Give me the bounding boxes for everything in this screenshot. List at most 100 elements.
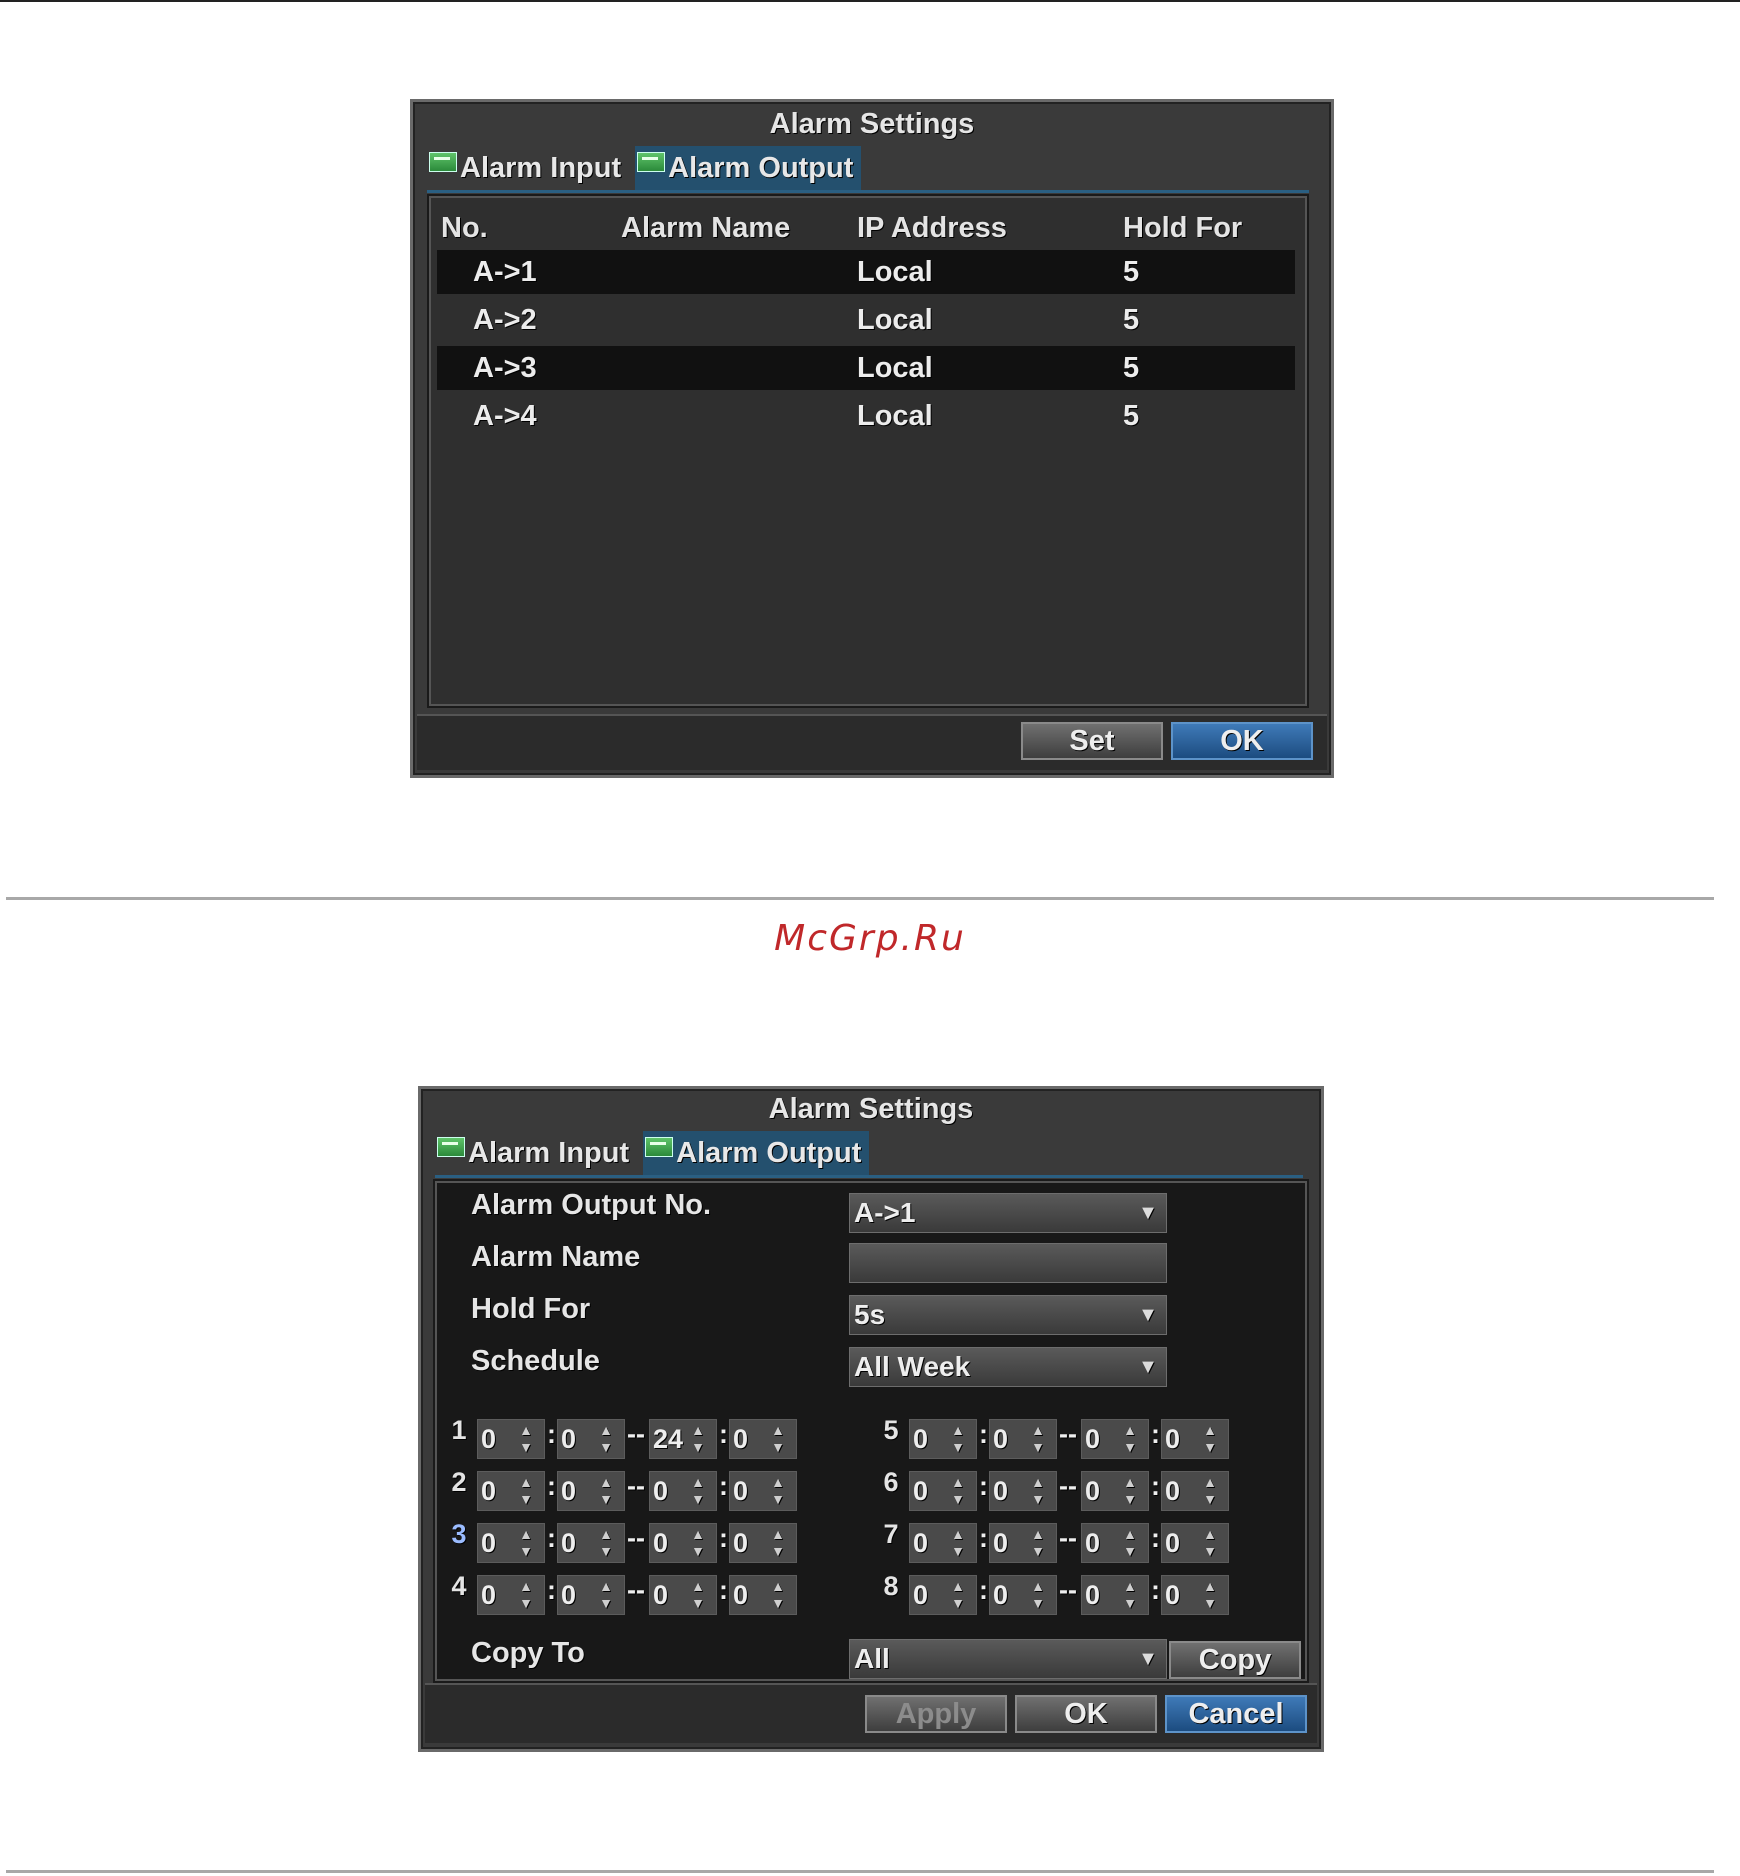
start-minute-stepper[interactable]: 0 ▲ ▼ [557, 1575, 625, 1615]
end-minute-stepper[interactable]: 0 ▲ ▼ [729, 1419, 797, 1459]
ok-button[interactable]: OK [1015, 1695, 1157, 1733]
dash-separator: -- [627, 1419, 645, 1449]
period-number: 5 [883, 1415, 899, 1445]
spin-arrows-icon: ▲ ▼ [691, 1422, 705, 1455]
spin-arrows-icon: ▲ ▼ [519, 1422, 533, 1455]
alarm-output-table: No. Alarm Name IP Address Hold For A->1 … [427, 194, 1309, 708]
alarm-name-input[interactable] [849, 1243, 1167, 1283]
tab-bar: Alarm Input Alarm Output [427, 146, 862, 190]
set-button[interactable]: Set [1021, 722, 1163, 760]
end-hour-stepper[interactable]: 0 ▲ ▼ [649, 1575, 717, 1615]
label-schedule: Schedule [471, 1345, 600, 1377]
cancel-button[interactable]: Cancel [1165, 1695, 1307, 1733]
tab-alarm-input[interactable]: Alarm Input [427, 146, 629, 190]
label-alarm-name: Alarm Name [471, 1241, 641, 1273]
table-row[interactable]: A->1 Local 5 [437, 250, 1295, 294]
apply-button[interactable]: Apply [865, 1695, 1007, 1733]
label-hold-for: Hold For [471, 1293, 591, 1325]
spin-arrows-icon: ▲ ▼ [771, 1578, 785, 1611]
col-ip-address[interactable]: IP Address [857, 212, 1007, 245]
colon-separator: : [719, 1419, 728, 1449]
start-hour-stepper[interactable]: 0 ▲ ▼ [477, 1471, 545, 1511]
start-minute-stepper[interactable]: 0 ▲ ▼ [557, 1471, 625, 1511]
spin-arrows-icon: ▲ ▼ [1203, 1422, 1217, 1455]
spin-arrows-icon: ▲ ▼ [519, 1474, 533, 1507]
start-minute-stepper[interactable]: 0 ▲ ▼ [557, 1523, 625, 1563]
start-hour-stepper[interactable]: 0 ▲ ▼ [909, 1523, 977, 1563]
divider-rule [6, 897, 1714, 900]
table-row[interactable]: A->2 Local 5 [437, 298, 1295, 342]
spin-arrows-icon: ▲ ▼ [691, 1526, 705, 1559]
end-minute-stepper[interactable]: 0 ▲ ▼ [1161, 1471, 1229, 1511]
copy-to-select[interactable]: All ▼ [849, 1639, 1167, 1679]
spin-arrows-icon: ▲ ▼ [951, 1422, 965, 1455]
ok-button[interactable]: OK [1171, 722, 1313, 760]
dash-separator: -- [627, 1471, 645, 1501]
dash-separator: -- [1059, 1471, 1077, 1501]
tab-bar: Alarm Input Alarm Output [435, 1131, 870, 1175]
colon-separator: : [547, 1419, 556, 1449]
tab-alarm-output[interactable]: Alarm Output [635, 146, 862, 190]
spin-arrows-icon: ▲ ▼ [1123, 1526, 1137, 1559]
end-hour-stepper[interactable]: 24 ▲ ▼ [649, 1419, 717, 1459]
colon-separator: : [547, 1523, 556, 1553]
spin-arrows-icon: ▲ ▼ [1031, 1474, 1045, 1507]
dash-separator: -- [627, 1575, 645, 1605]
spin-arrows-icon: ▲ ▼ [771, 1422, 785, 1455]
end-minute-stepper[interactable]: 0 ▲ ▼ [729, 1471, 797, 1511]
spin-arrows-icon: ▲ ▼ [599, 1422, 613, 1455]
start-minute-stepper[interactable]: 0 ▲ ▼ [989, 1575, 1057, 1615]
period-number: 3 [451, 1519, 467, 1549]
alarm-settings-dialog-list: Alarm Settings Alarm Input Alarm Output … [410, 99, 1334, 778]
tab-alarm-output[interactable]: Alarm Output [643, 1131, 870, 1175]
dash-separator: -- [1059, 1575, 1077, 1605]
start-hour-stepper[interactable]: 0 ▲ ▼ [909, 1419, 977, 1459]
period-number: 8 [883, 1571, 899, 1601]
start-hour-stepper[interactable]: 0 ▲ ▼ [477, 1575, 545, 1615]
tab-alarm-input[interactable]: Alarm Input [435, 1131, 637, 1175]
start-minute-stepper[interactable]: 0 ▲ ▼ [557, 1419, 625, 1459]
start-hour-stepper[interactable]: 0 ▲ ▼ [477, 1523, 545, 1563]
start-hour-stepper[interactable]: 0 ▲ ▼ [477, 1419, 545, 1459]
period-number: 4 [451, 1571, 467, 1601]
end-hour-stepper[interactable]: 0 ▲ ▼ [1081, 1419, 1149, 1459]
end-minute-stepper[interactable]: 0 ▲ ▼ [729, 1523, 797, 1563]
end-minute-stepper[interactable]: 0 ▲ ▼ [1161, 1419, 1229, 1459]
table-header: No. Alarm Name IP Address Hold For [437, 204, 1295, 248]
table-row[interactable]: A->3 Local 5 [437, 346, 1295, 390]
start-minute-stepper[interactable]: 0 ▲ ▼ [989, 1419, 1057, 1459]
colon-separator: : [979, 1575, 988, 1605]
watermark-text: McGrp.Ru [774, 918, 966, 959]
start-hour-stepper[interactable]: 0 ▲ ▼ [909, 1575, 977, 1615]
end-minute-stepper[interactable]: 0 ▲ ▼ [1161, 1523, 1229, 1563]
start-minute-stepper[interactable]: 0 ▲ ▼ [989, 1471, 1057, 1511]
schedule-select[interactable]: All Week ▼ [849, 1347, 1167, 1387]
end-hour-stepper[interactable]: 0 ▲ ▼ [649, 1471, 717, 1511]
spin-arrows-icon: ▲ ▼ [771, 1474, 785, 1507]
spin-arrows-icon: ▲ ▼ [691, 1578, 705, 1611]
end-hour-stepper[interactable]: 0 ▲ ▼ [649, 1523, 717, 1563]
end-hour-stepper[interactable]: 0 ▲ ▼ [1081, 1471, 1149, 1511]
dash-separator: -- [1059, 1419, 1077, 1449]
label-alarm-output-no: Alarm Output No. [471, 1189, 712, 1221]
alarm-settings-dialog-detail: Alarm Settings Alarm Input Alarm Output … [418, 1086, 1324, 1752]
col-hold-for[interactable]: Hold For [1123, 212, 1242, 245]
start-minute-stepper[interactable]: 0 ▲ ▼ [989, 1523, 1057, 1563]
alarm-output-no-select[interactable]: A->1 ▼ [849, 1193, 1167, 1233]
spin-arrows-icon: ▲ ▼ [1031, 1578, 1045, 1611]
tab-underline [435, 1175, 1303, 1178]
chevron-down-icon: ▼ [1138, 1304, 1158, 1326]
start-hour-stepper[interactable]: 0 ▲ ▼ [909, 1471, 977, 1511]
hold-for-select[interactable]: 5s ▼ [849, 1295, 1167, 1335]
end-minute-stepper[interactable]: 0 ▲ ▼ [729, 1575, 797, 1615]
tab-icon [637, 152, 666, 172]
colon-separator: : [719, 1523, 728, 1553]
end-minute-stepper[interactable]: 0 ▲ ▼ [1161, 1575, 1229, 1615]
copy-button[interactable]: Copy [1169, 1641, 1301, 1679]
end-hour-stepper[interactable]: 0 ▲ ▼ [1081, 1575, 1149, 1615]
col-no[interactable]: No. [441, 212, 488, 245]
end-hour-stepper[interactable]: 0 ▲ ▼ [1081, 1523, 1149, 1563]
table-row[interactable]: A->4 Local 5 [437, 394, 1295, 438]
colon-separator: : [1151, 1523, 1160, 1553]
col-alarm-name[interactable]: Alarm Name [621, 212, 790, 245]
